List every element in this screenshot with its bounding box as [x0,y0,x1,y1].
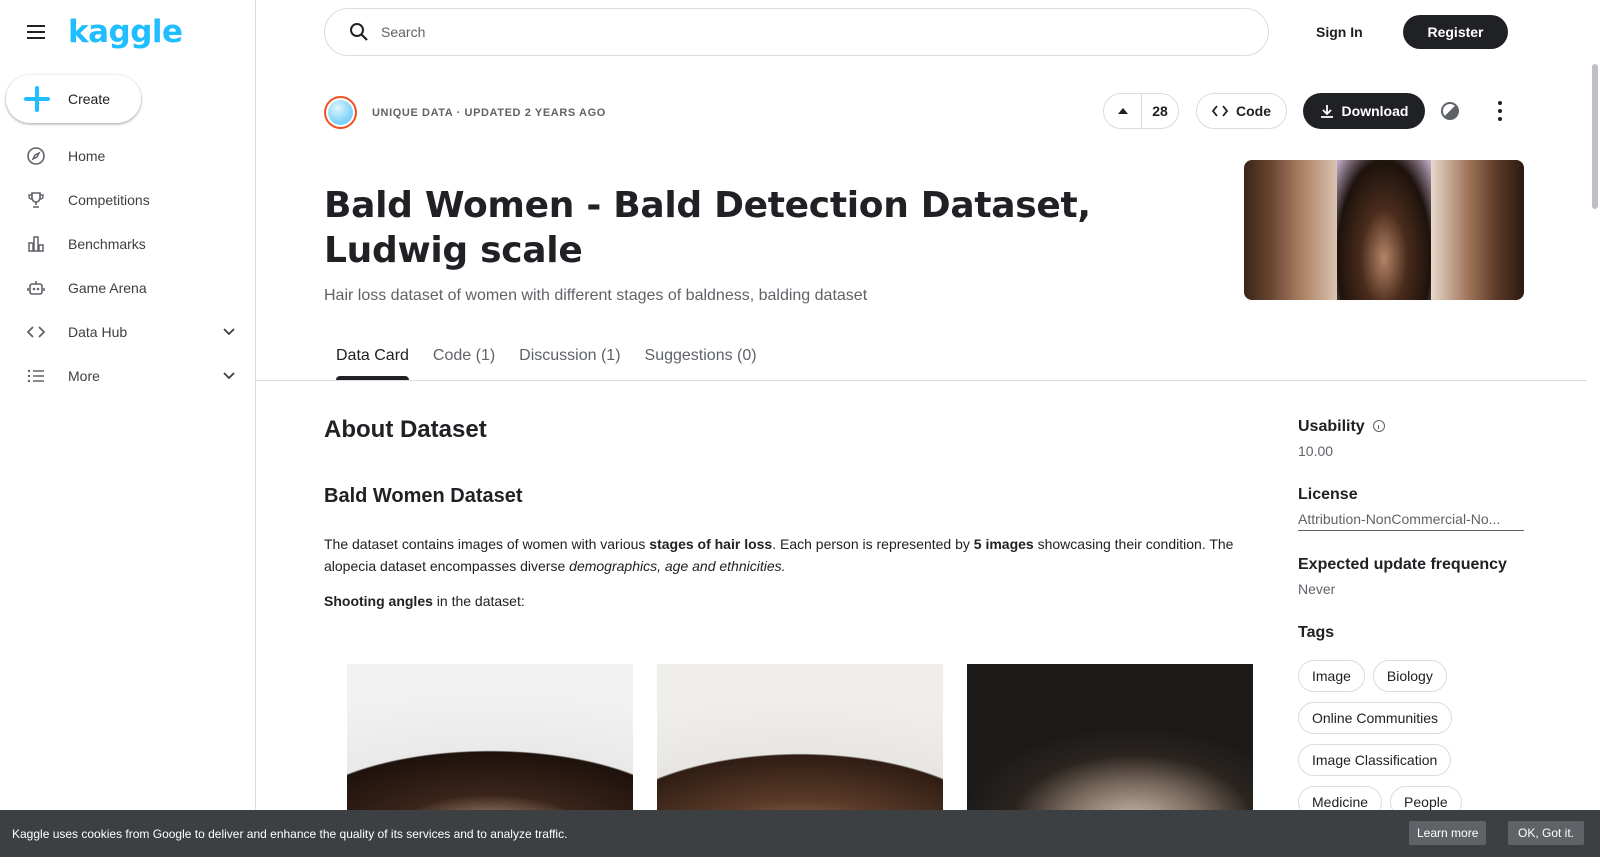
sign-in-button[interactable]: Sign In [1300,15,1379,49]
cover-image-right [1430,160,1524,300]
chevron-down-icon[interactable] [222,368,236,382]
sidebar-item-benchmarks[interactable]: Benchmarks [0,222,256,266]
license-section: License Attribution-NonCommercial-No... [1298,486,1524,531]
sample-image-crown [967,664,1253,821]
dataset-tabs: Data Card Code (1) Discussion (1) Sugges… [324,336,769,380]
cover-image-center [1337,160,1431,300]
tag-chip[interactable]: Image [1298,660,1365,692]
tags-heading: Tags [1298,624,1334,642]
tag-chip[interactable]: Online Communities [1298,702,1453,734]
sidebar-item-competitions[interactable]: Competitions [0,178,256,222]
upvote-button[interactable] [1104,94,1142,128]
page-subtitle: Hair loss dataset of women with differen… [324,287,868,304]
cookie-banner: Kaggle uses cookies from Google to deliv… [0,810,1600,857]
code-brackets-icon [1212,105,1228,117]
search-icon [350,23,368,41]
scrollbar-thumb[interactable] [1592,64,1598,209]
code-button[interactable]: Code [1196,93,1287,129]
more-options-icon[interactable] [1497,101,1503,121]
sidebar-item-home[interactable]: Home [0,134,256,178]
tags-label: Tags [1298,624,1335,641]
code-brackets-icon [26,322,46,342]
tags-list: Image Biology Online Communities Image C… [1298,660,1538,818]
vote-count: 28 [1152,103,1168,119]
list-icon [26,366,46,386]
create-label: Create [68,91,111,107]
cover-image-left [1244,160,1338,300]
update-frequency-section: Expected update frequency Never [1298,556,1507,597]
sample-image-top [657,664,943,821]
sample-image-front [347,664,633,821]
download-button[interactable]: Download [1303,93,1425,129]
text: in the dataset: [432,593,525,609]
create-button[interactable]: Create [6,75,141,123]
learn-more-button[interactable]: Learn more [1409,821,1487,845]
tab-code[interactable]: Code (1) [421,336,507,380]
code-label: Code [1236,103,1271,119]
tab-divider [256,380,1587,381]
frequency-value: Never [1298,581,1336,597]
sidebar-item-label: Data Hub [68,324,128,340]
license-link[interactable]: Attribution-NonCommercial-No... [1298,511,1524,531]
contrast-icon[interactable] [1441,102,1459,120]
italic-text: demographics, age and ethnicities. [569,558,786,574]
compass-icon [26,146,46,166]
avatar[interactable] [324,96,357,129]
license-label: License [1298,486,1358,503]
sidebar-item-data-hub[interactable]: Data Hub [0,310,256,354]
tag-chip[interactable]: Image Classification [1298,744,1452,776]
search-input[interactable]: Search [324,8,1269,56]
bold-text: 5 images [973,536,1034,552]
text: The dataset contains images of women wit… [324,536,650,552]
description-paragraph: The dataset contains images of women wit… [324,533,1264,577]
usability-section: Usability 10.00 [1298,418,1385,459]
trophy-icon [26,190,46,210]
menu-icon[interactable] [24,20,48,44]
sidebar-item-label: Competitions [68,192,150,208]
dataset-meta: UNIQUE DATA · UPDATED 2 YEARS AGO [372,107,606,119]
sidebar-item-label: More [68,368,100,384]
kaggle-logo[interactable]: kaggle [68,14,183,50]
angles-paragraph: Shooting angles in the dataset: [324,593,525,609]
page-title: Bald Women - Bald Detection Dataset, Lud… [324,185,1091,271]
download-icon [1320,105,1333,118]
sidebar-item-more[interactable]: More [0,354,256,398]
tab-discussion[interactable]: Discussion (1) [507,336,632,380]
cookie-text: Kaggle uses cookies from Google to deliv… [12,826,568,841]
tag-chip[interactable]: Biology [1372,660,1447,692]
sidebar-item-label: Home [68,148,106,164]
download-label: Download [1341,103,1409,119]
upvote-control: 28 [1103,93,1179,129]
tab-suggestions[interactable]: Suggestions (0) [633,336,769,380]
chevron-down-icon[interactable] [222,324,236,338]
tab-data-card[interactable]: Data Card [324,336,421,380]
bar-chart-icon [26,234,46,254]
triangle-up-icon [1117,108,1128,114]
search-placeholder: Search [381,24,426,40]
section-heading: Bald Women Dataset [324,485,523,507]
plus-icon [24,86,50,112]
register-button[interactable]: Register [1403,15,1508,49]
ok-got-it-button[interactable]: OK, Got it. [1508,821,1585,845]
info-icon[interactable] [1372,419,1385,432]
about-heading: About Dataset [324,416,487,443]
sidebar: kaggle Create Home Competitions Benchmar… [0,0,256,857]
sidebar-item-game-arena[interactable]: Game Arena [0,266,256,310]
frequency-label: Expected update frequency [1298,556,1507,573]
sidebar-header: kaggle [0,0,255,64]
usability-label: Usability [1298,418,1385,436]
dataset-cover-image [1244,160,1524,300]
sidebar-item-label: Benchmarks [68,236,146,252]
sample-images [347,664,1254,821]
sidebar-item-label: Game Arena [68,280,147,296]
robot-icon [26,278,46,298]
sidebar-nav: Home Competitions Benchmarks Game Arena … [0,134,256,398]
bold-text: Shooting angles [324,593,433,609]
text: . Each person is represented by [772,536,974,552]
usability-label-text: Usability [1298,418,1365,435]
bold-text: stages of hair loss [649,536,773,552]
usability-value: 10.00 [1298,443,1334,459]
